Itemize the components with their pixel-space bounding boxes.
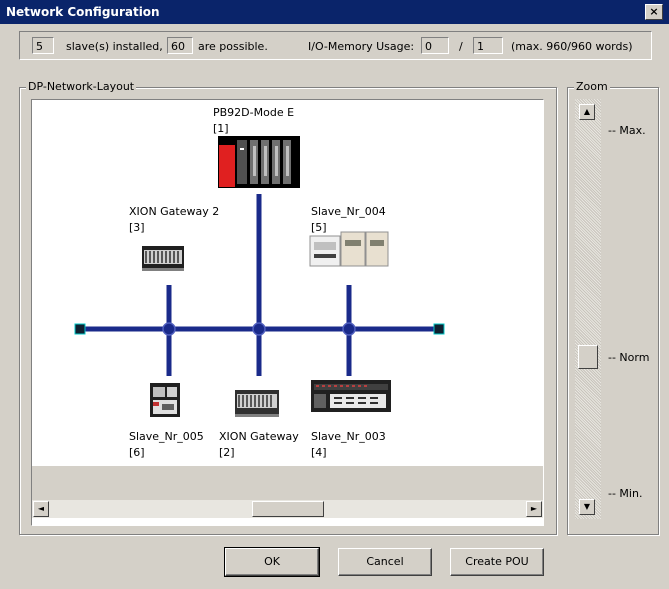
slave-name-label: XION Gateway	[219, 430, 299, 443]
zoom-group-label: Zoom	[574, 80, 610, 93]
scroll-left-button[interactable]: ◄	[33, 501, 49, 517]
scroll-right-button[interactable]: ►	[526, 501, 542, 517]
close-button[interactable]: ×	[645, 4, 663, 20]
master-name-label: PB92D-Mode E	[213, 106, 295, 119]
slave-index-label: [2]	[219, 446, 235, 459]
zoom-slider-thumb[interactable]	[578, 345, 598, 369]
plc-master-icon[interactable]	[218, 136, 300, 188]
canvas-bottom-area	[32, 466, 543, 500]
ok-button[interactable]: OK	[224, 547, 320, 577]
gateway-device-icon[interactable]	[235, 390, 279, 417]
bus-terminator-left	[74, 323, 86, 335]
slaves-installed-label: slave(s) installed,	[66, 40, 163, 53]
zoom-down-button[interactable]: ▼	[579, 499, 595, 515]
slave-index-label: [4]	[311, 446, 327, 459]
scroll-thumb[interactable]	[252, 501, 324, 517]
io-separator: /	[459, 40, 463, 53]
bus-terminator-right	[433, 323, 445, 335]
possible-count-field: 60	[167, 37, 193, 54]
slave-index-label: [3]	[129, 221, 145, 234]
status-bar: 5 slave(s) installed, 60 are possible. I…	[19, 31, 652, 60]
slave-device-icon[interactable]	[309, 231, 389, 267]
junction-node	[252, 322, 266, 336]
io-used-field: 0	[421, 37, 449, 54]
slave-name-label: XION Gateway 2	[129, 205, 220, 218]
possible-label: are possible.	[198, 40, 268, 53]
zoom-min-label: -- Min.	[608, 487, 643, 500]
horizontal-scrollbar[interactable]: ◄ ►	[32, 500, 543, 518]
network-configuration-dialog: Network Configuration × 5 slave(s) insta…	[0, 0, 669, 589]
master-index-label: [1]	[213, 122, 229, 135]
zoom-norm-label: -- Norm	[608, 351, 650, 364]
cancel-button[interactable]: Cancel	[338, 548, 432, 576]
io-max-label: (max. 960/960 words)	[511, 40, 633, 53]
io-total-field: 1	[473, 37, 503, 54]
network-layout-group-label: DP-Network-Layout	[26, 80, 137, 93]
io-memory-label: I/O-Memory Usage:	[308, 40, 415, 53]
zoom-max-label: -- Max.	[608, 124, 646, 137]
slave-device-icon[interactable]	[150, 383, 180, 417]
slave-index-label: [6]	[129, 446, 145, 459]
junction-node	[162, 322, 176, 336]
slaves-installed-field: 5	[32, 37, 54, 54]
slave-name-label: Slave_Nr_005	[129, 430, 204, 443]
create-pou-button[interactable]: Create POU	[450, 548, 544, 576]
slave-name-label: Slave_Nr_003	[311, 430, 386, 443]
zoom-slider-track[interactable]	[575, 99, 601, 519]
junction-node	[342, 322, 356, 336]
network-diagram	[74, 136, 445, 417]
network-canvas[interactable]: PB92D-Mode E [1] XION Gateway 2 [3] Slav…	[31, 99, 544, 526]
dialog-title: Network Configuration	[6, 5, 160, 19]
gateway-device-icon[interactable]	[142, 246, 184, 271]
title-bar: Network Configuration ×	[0, 0, 669, 24]
slave-device-icon[interactable]	[311, 380, 391, 412]
slave-name-label: Slave_Nr_004	[311, 205, 386, 218]
slave-index-label: [5]	[311, 221, 327, 234]
zoom-up-button[interactable]: ▲	[579, 104, 595, 120]
